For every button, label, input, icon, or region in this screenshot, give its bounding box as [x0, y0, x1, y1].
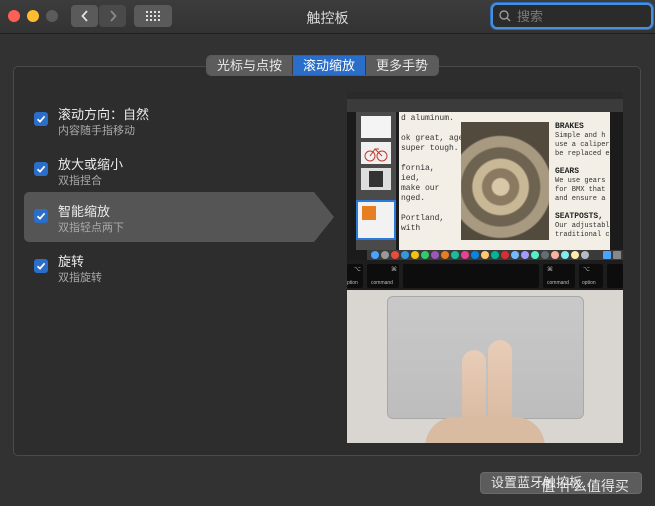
preview-toolbar [347, 99, 623, 112]
dock-app-icon [491, 251, 499, 259]
doc-line: fornia, [401, 164, 435, 173]
doc-line: make our [401, 184, 440, 193]
option-zoom-in-out[interactable]: 放大或缩小 双指捏合 [24, 145, 334, 195]
bicycle-icon [364, 148, 388, 162]
option-smart-zoom[interactable]: 智能缩放 双指轻点两下 [24, 192, 334, 242]
dock-app-icon [481, 251, 489, 259]
zoom-in-out-checkbox[interactable] [34, 162, 48, 176]
command-key-left: ⌘ command [367, 264, 399, 288]
doc-line: Portland, [401, 214, 445, 223]
dock-app-icon [371, 251, 379, 259]
dock-trash-icon [613, 251, 621, 259]
section-heading: SEATPOSTS, [555, 212, 604, 221]
dock-app-icon [551, 251, 559, 259]
doc-line: ok great, age [401, 134, 464, 143]
rotate-checkbox[interactable] [34, 259, 48, 273]
dock-app-icon [391, 251, 399, 259]
search-input[interactable] [517, 8, 637, 24]
section-body: Our adjustable traditional c [555, 222, 610, 239]
dock-app-icon [501, 251, 509, 259]
preview-document: d aluminum. ok great, age super tough. f… [399, 112, 610, 250]
checkmark-icon [36, 165, 46, 173]
dock-app-icon [471, 251, 479, 259]
doc-line: ied, [401, 174, 421, 183]
arrow-key [607, 264, 623, 288]
space-bar [403, 264, 539, 288]
hand-illustration [425, 417, 545, 443]
preview-keyboard: ⌥ ption ⌘ command ⌘ command ⌥ option [347, 260, 623, 290]
dock-app-icon [461, 251, 469, 259]
section-heading: BRAKES [555, 122, 584, 131]
doc-line: with [401, 224, 421, 233]
option-title: 滚动方向：自然 [58, 107, 150, 122]
dock-app-icon [411, 251, 419, 259]
doc-line: nged. [401, 194, 426, 203]
checkmark-icon [36, 115, 46, 123]
preview-screen: d aluminum. ok great, age super tough. f… [347, 92, 623, 260]
dock-app-icon [441, 251, 449, 259]
section-body: Simple and h use a caliper be replaced e [555, 132, 610, 158]
watermark: 值 什么值得买 [541, 478, 629, 494]
command-key-right: ⌘ command [543, 264, 575, 288]
option-title: 旋转 [58, 254, 85, 269]
dock-app-icon [431, 251, 439, 259]
doc-sections: BRAKES Simple and h use a caliper be rep… [555, 122, 610, 240]
dock-app-icon [541, 251, 549, 259]
search-field[interactable] [491, 3, 653, 29]
page-thumbnail [361, 116, 391, 138]
tab-bar: 光标与点按 滚动缩放 更多手势 [206, 55, 440, 76]
doc-line: d aluminum. [401, 114, 454, 123]
option-title: 放大或缩小 [58, 157, 124, 172]
dock-app-icon [561, 251, 569, 259]
dock-app-icon [581, 251, 589, 259]
dock-app-icon [571, 251, 579, 259]
option-title: 智能缩放 [58, 204, 111, 219]
dock-app-icon [381, 251, 389, 259]
option-key-left: ⌥ ption [347, 264, 363, 288]
section-heading: GEARS [555, 167, 580, 176]
doc-line: super tough. [401, 144, 459, 153]
option-key-right: ⌥ option [579, 264, 603, 288]
page-thumbnail [361, 142, 391, 164]
dock-app-icon [511, 251, 519, 259]
smart-zoom-checkbox[interactable] [34, 209, 48, 223]
section-body: We use gears for BMX that and ensure a [555, 177, 606, 203]
option-rotate[interactable]: 旋转 双指旋转 [24, 242, 334, 292]
option-subtitle: 双指旋转 [58, 272, 102, 284]
preview-sidebar [356, 112, 396, 250]
dock-app-icon [521, 251, 529, 259]
checkmark-icon [36, 212, 46, 220]
preview-menubar [347, 92, 623, 99]
dock-app-icon [401, 251, 409, 259]
dock-app-icon [451, 251, 459, 259]
tab-more-gestures[interactable]: 更多手势 [366, 56, 439, 75]
bicycle-gear-photo [461, 122, 549, 240]
tab-scroll-zoom[interactable]: 滚动缩放 [293, 56, 367, 75]
gesture-preview: d aluminum. ok great, age super tough. f… [347, 92, 623, 443]
scroll-direction-checkbox[interactable] [34, 112, 48, 126]
option-subtitle: 双指轻点两下 [58, 222, 124, 234]
tab-point-click[interactable]: 光标与点按 [207, 56, 294, 75]
checkmark-icon [36, 262, 46, 270]
option-subtitle: 内容随手指移动 [58, 125, 135, 137]
dock-app-icon [531, 251, 539, 259]
option-subtitle: 双指捏合 [58, 175, 102, 187]
dock-app-icon [421, 251, 429, 259]
title-bar: 触控板 [0, 0, 655, 34]
preview-dock [367, 250, 623, 260]
option-scroll-direction[interactable]: 滚动方向：自然 内容随手指移动 [24, 95, 334, 145]
page-thumbnail [361, 168, 391, 190]
page-thumbnail-selected [356, 200, 396, 240]
dock-folder-icon [603, 251, 611, 259]
search-icon [499, 10, 511, 22]
